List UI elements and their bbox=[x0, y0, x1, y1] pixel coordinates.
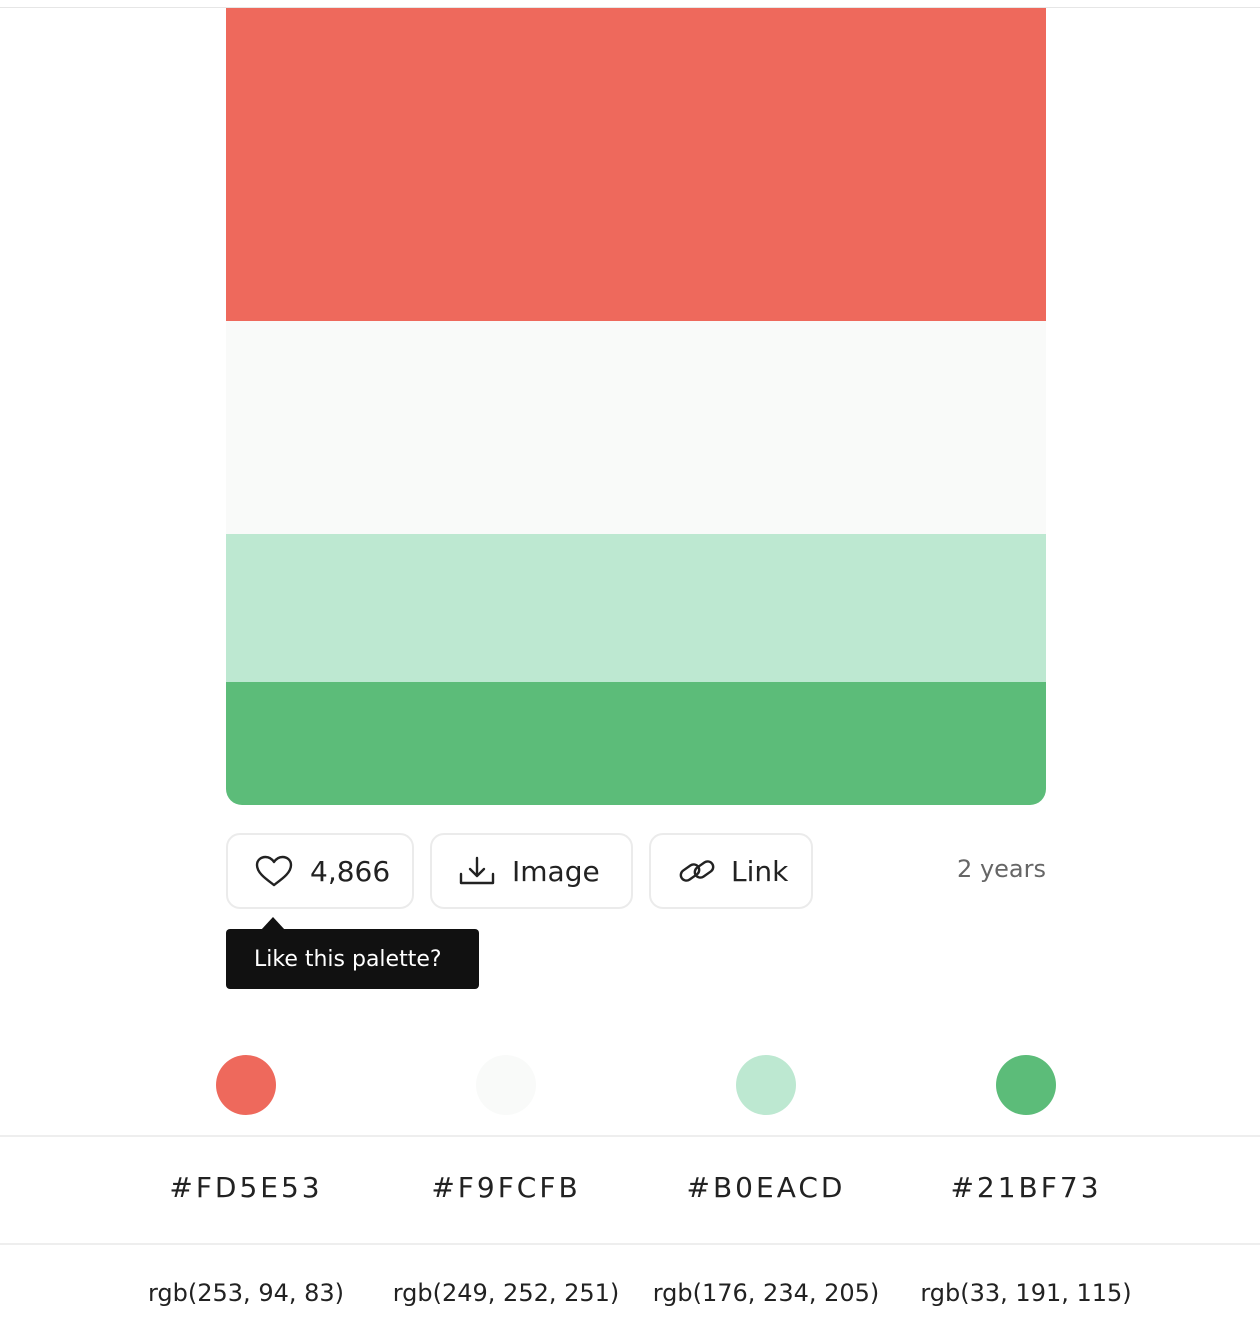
rgb-code-2[interactable]: rgb(249, 252, 251) bbox=[376, 1279, 636, 1307]
copy-link-button[interactable]: Link bbox=[649, 833, 813, 909]
divider bbox=[0, 1243, 1260, 1245]
download-image-button[interactable]: Image bbox=[430, 833, 633, 909]
hex-code-2[interactable]: #F9FCFB bbox=[376, 1171, 636, 1204]
rgb-code-3[interactable]: rgb(176, 234, 205) bbox=[636, 1279, 896, 1307]
like-tooltip: Like this palette? bbox=[226, 929, 479, 989]
heart-icon bbox=[254, 854, 294, 888]
color-dot-4[interactable] bbox=[996, 1055, 1056, 1115]
divider bbox=[0, 1135, 1260, 1137]
hex-code-3[interactable]: #B0EACD bbox=[636, 1171, 896, 1204]
palette-swatch-3[interactable] bbox=[226, 534, 1046, 682]
hex-code-4[interactable]: #21BF73 bbox=[896, 1171, 1156, 1204]
palette-swatch-4[interactable] bbox=[226, 682, 1046, 805]
palette-preview bbox=[226, 8, 1046, 805]
color-dot-2[interactable] bbox=[476, 1055, 536, 1115]
link-button-label: Link bbox=[731, 854, 789, 888]
color-dot-3[interactable] bbox=[736, 1055, 796, 1115]
link-icon bbox=[677, 854, 717, 888]
rgb-code-1[interactable]: rgb(253, 94, 83) bbox=[116, 1279, 376, 1307]
hex-code-1[interactable]: #FD5E53 bbox=[116, 1171, 376, 1204]
palette-swatch-2[interactable] bbox=[226, 321, 1046, 534]
download-icon bbox=[458, 855, 496, 887]
rgb-code-4[interactable]: rgb(33, 191, 115) bbox=[896, 1279, 1156, 1307]
like-count: 4,866 bbox=[310, 854, 391, 888]
like-button[interactable]: 4,866 bbox=[226, 833, 414, 909]
image-button-label: Image bbox=[512, 854, 600, 888]
tooltip-text: Like this palette? bbox=[254, 946, 442, 972]
palette-age: 2 years bbox=[957, 855, 1046, 883]
color-dot-1[interactable] bbox=[216, 1055, 276, 1115]
palette-swatch-1[interactable] bbox=[226, 8, 1046, 321]
